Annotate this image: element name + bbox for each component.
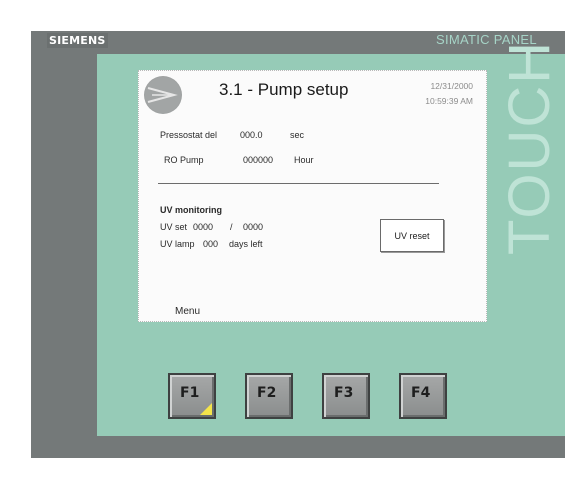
uv-lamp-label: UV lamp	[160, 239, 195, 249]
uv-set-separator: /	[230, 222, 233, 232]
section-divider	[158, 183, 439, 184]
pressostat-label: Pressostat del	[160, 130, 218, 140]
f1-key-label: F1	[180, 385, 200, 401]
f3-key-label: F3	[334, 385, 354, 401]
uv-lamp-unit: days left	[229, 239, 263, 249]
uv-reset-button[interactable]: UV reset	[380, 219, 444, 252]
siemens-logo: SIEMENS	[47, 33, 108, 48]
uv-set-max: 0000	[243, 222, 264, 232]
hmi-screen	[138, 70, 487, 322]
uv-set-value[interactable]: 0000	[193, 222, 213, 232]
uv-lamp-value: 000	[203, 239, 219, 249]
pressostat-value[interactable]: 000.0	[240, 130, 263, 140]
f2-key[interactable]: F2	[245, 373, 293, 419]
f1-key[interactable]: F1	[168, 373, 216, 419]
f3-key[interactable]: F3	[322, 373, 370, 419]
ro-pump-value[interactable]: 000000	[243, 155, 273, 165]
pressostat-unit: sec	[290, 130, 305, 140]
f4-key[interactable]: F4	[399, 373, 447, 419]
pump-logo-icon	[144, 76, 182, 114]
ro-pump-unit: Hour	[294, 155, 314, 165]
uv-set-label: UV set	[160, 222, 188, 232]
f2-key-label: F2	[257, 385, 277, 401]
touch-label: TOUCH	[497, 39, 562, 255]
ro-pump-label: RO Pump	[164, 155, 204, 165]
f4-key-label: F4	[411, 385, 431, 401]
screen-title: 3.1 - Pump setup	[219, 80, 349, 99]
screen-date: 12/31/2000	[430, 81, 473, 91]
uv-monitoring-heading: UV monitoring	[160, 205, 222, 215]
menu-label: Menu	[175, 306, 201, 317]
screen-time: 10:59:39 AM	[425, 96, 473, 106]
f1-led-indicator	[200, 403, 212, 415]
